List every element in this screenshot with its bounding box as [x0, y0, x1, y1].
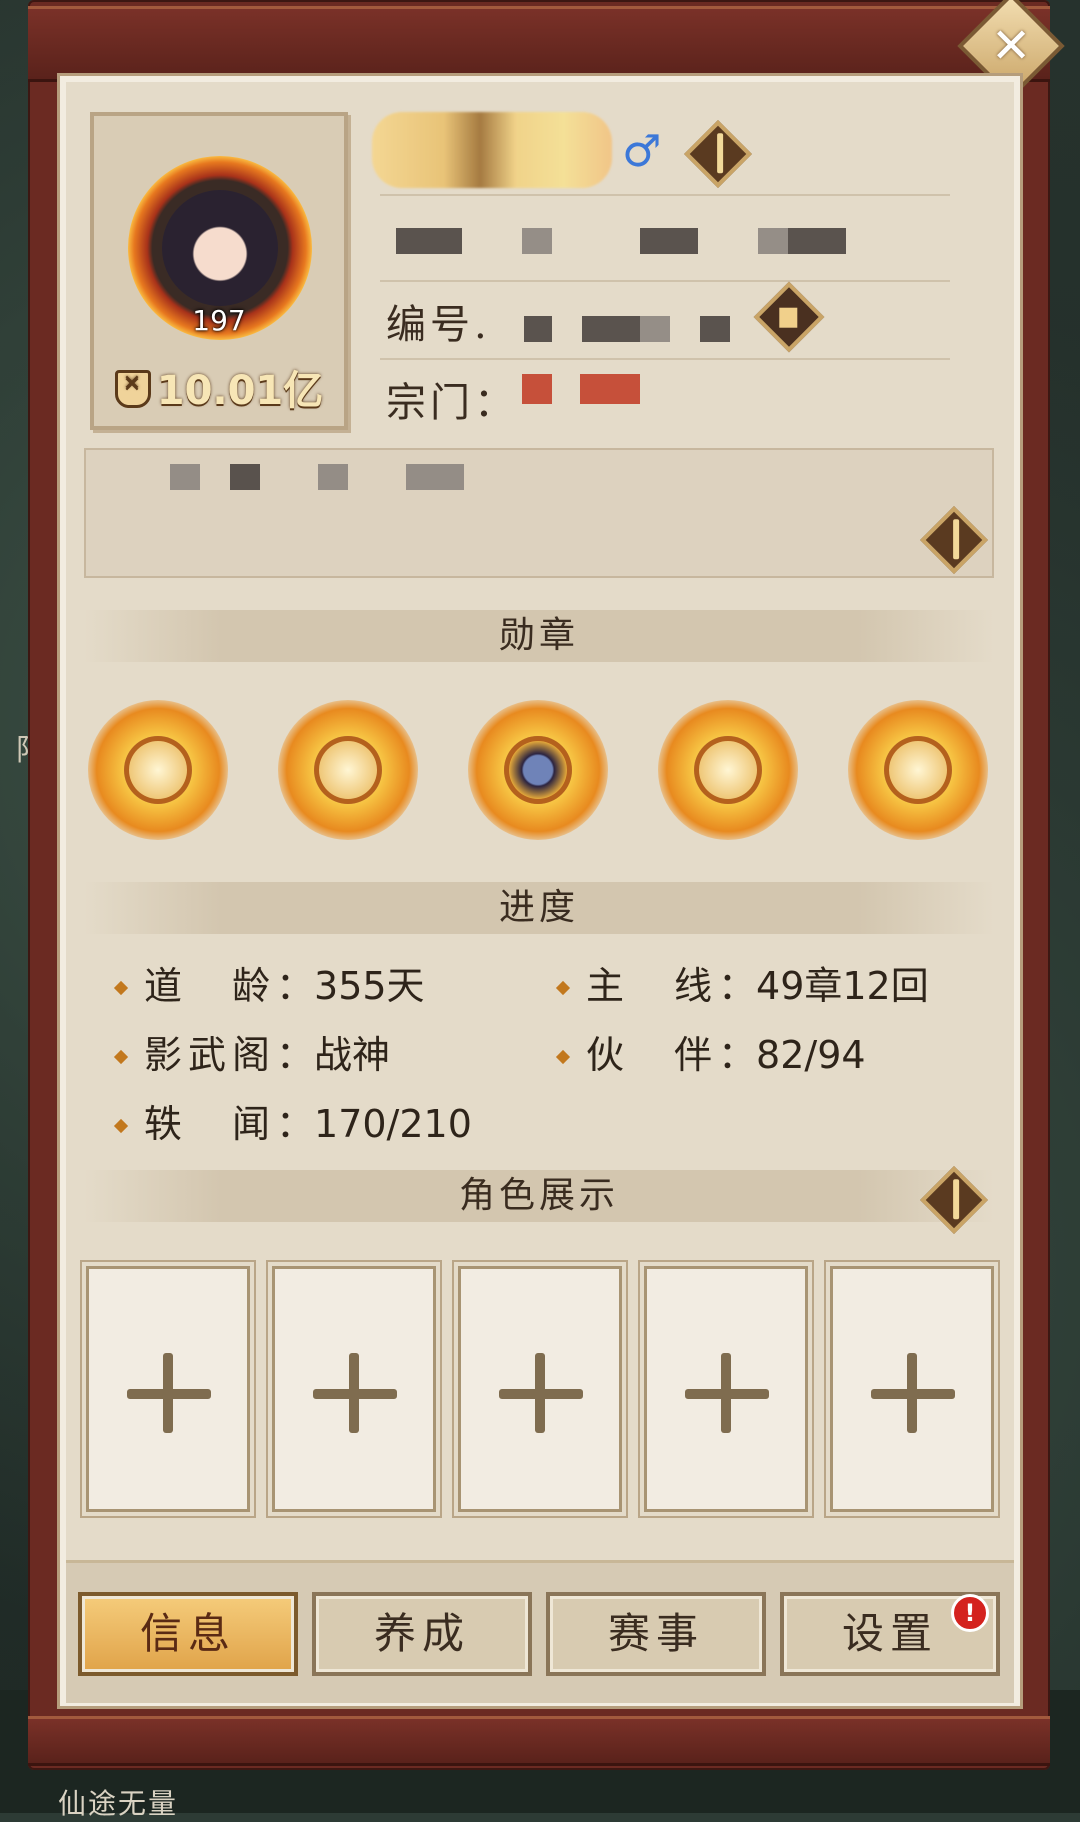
role-slot-5[interactable]: [830, 1266, 994, 1512]
cultivator-medal-icon[interactable]: [468, 700, 608, 840]
pagoda-medal-icon[interactable]: [848, 700, 988, 840]
divider: [380, 194, 950, 196]
player-id-label: 编号.: [386, 302, 491, 348]
stat-partners: 伙 伴：82/94: [555, 1024, 866, 1079]
stat-anecdotes: 轶 闻：170/210: [113, 1093, 472, 1148]
avatar-card[interactable]: 197 10.01亿: [90, 112, 348, 430]
role-slot-2[interactable]: [272, 1266, 436, 1512]
signature-box[interactable]: [84, 448, 994, 578]
player-name-obscured: [372, 112, 612, 188]
divider: [380, 358, 950, 360]
divider: [380, 280, 950, 282]
tab-cultivate[interactable]: 养成: [312, 1592, 532, 1676]
bullet-icon: [113, 1049, 129, 1065]
bullet-icon: [113, 980, 129, 996]
role-display-section-title: 角色展示: [84, 1170, 994, 1222]
fan-medal-icon[interactable]: [88, 700, 228, 840]
combat-power: 10.01亿: [94, 358, 344, 416]
combat-power-icon: [114, 370, 151, 408]
player-level: 197: [192, 304, 246, 337]
combat-power-value: 10.01亿: [156, 368, 324, 414]
stat-main-line: 主 线：49章12回: [555, 955, 929, 1010]
deity-medal-icon[interactable]: [658, 700, 798, 840]
medals-section-title: 勋章: [84, 610, 994, 662]
pavilion-medal-icon[interactable]: [278, 700, 418, 840]
sect-label: 宗门：: [386, 380, 518, 426]
background-caption: 仙途无量: [58, 1787, 179, 1820]
avatar: [162, 190, 278, 306]
tab-events[interactable]: 赛事: [546, 1592, 766, 1676]
dialog-bottom-bar: [28, 1716, 1050, 1766]
sect-name-obscured: [522, 374, 552, 404]
tab-info[interactable]: 信息: [78, 1592, 298, 1676]
bullet-icon: [555, 980, 571, 996]
stat-dao-age: 道 龄：355天: [113, 955, 425, 1010]
role-slot-3[interactable]: [458, 1266, 622, 1512]
progress-section-title: 进度: [84, 882, 994, 934]
bullet-icon: [555, 1049, 571, 1065]
dialog-top-bar: [28, 6, 1050, 82]
role-slot-4[interactable]: [644, 1266, 808, 1512]
role-slot-1[interactable]: [86, 1266, 250, 1512]
bullet-icon: [113, 1118, 129, 1134]
close-icon: ✕: [990, 18, 1032, 74]
gender-male-icon: ♂: [622, 126, 662, 177]
stat-shadow-pavilion: 影武阁：战神: [113, 1024, 390, 1079]
sect-name-obscured: [580, 374, 640, 404]
alert-badge-icon: !: [951, 1594, 989, 1632]
